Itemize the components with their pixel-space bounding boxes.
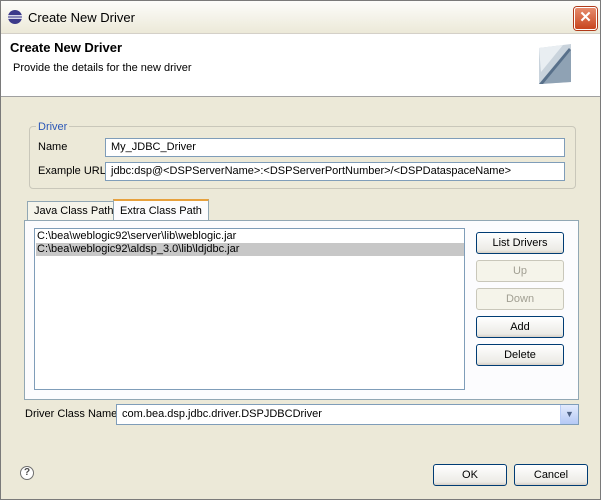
wizard-header: Create New Driver Provide the details fo… [1,34,600,97]
add-button[interactable]: Add [476,316,564,338]
help-icon[interactable]: ? [20,466,34,480]
example-url-input[interactable]: jdbc:dsp@<DSPServerName>:<DSPServerPortN… [105,162,565,181]
list-drivers-button[interactable]: List Drivers [476,232,564,254]
delete-button[interactable]: Delete [476,344,564,366]
ok-button[interactable]: OK [433,464,507,486]
wizard-banner-icon [539,44,571,84]
create-new-driver-dialog: Create New Driver ✕ Create New Driver Pr… [0,0,601,500]
up-button[interactable]: Up [476,260,564,282]
tab-extra-class-path[interactable]: Extra Class Path [113,199,209,222]
driver-class-name-label: Driver Class Name [25,408,118,420]
class-path-list[interactable]: C:\bea\weblogic92\server\lib\weblogic.ja… [34,228,465,390]
name-label: Name [38,141,68,153]
chevron-down-icon[interactable]: ▼ [560,405,578,424]
close-button[interactable]: ✕ [574,7,597,30]
page-description: Provide the details for the new driver [13,62,192,74]
list-item[interactable]: C:\bea\weblogic92\server\lib\weblogic.ja… [36,230,464,243]
title-bar[interactable]: Create New Driver ✕ [1,1,600,34]
driver-group-legend: Driver [36,121,70,133]
down-button[interactable]: Down [476,288,564,310]
tab-java-class-path[interactable]: Java Class Path [27,201,121,221]
driver-class-name-select[interactable]: com.bea.dsp.jdbc.driver.DSPJDBCDriver ▼ [116,404,579,425]
eclipse-icon [8,10,22,24]
list-item[interactable]: C:\bea\weblogic92\aldsp_3.0\lib\ldjdbc.j… [36,243,464,256]
name-input[interactable]: My_JDBC_Driver [105,138,565,157]
close-icon: ✕ [579,9,592,26]
window-title: Create New Driver [28,10,135,25]
driver-class-name-value: com.bea.dsp.jdbc.driver.DSPJDBCDriver [122,408,322,420]
cancel-button[interactable]: Cancel [514,464,588,486]
example-url-label: Example URL [38,165,106,177]
page-title: Create New Driver [10,40,122,55]
